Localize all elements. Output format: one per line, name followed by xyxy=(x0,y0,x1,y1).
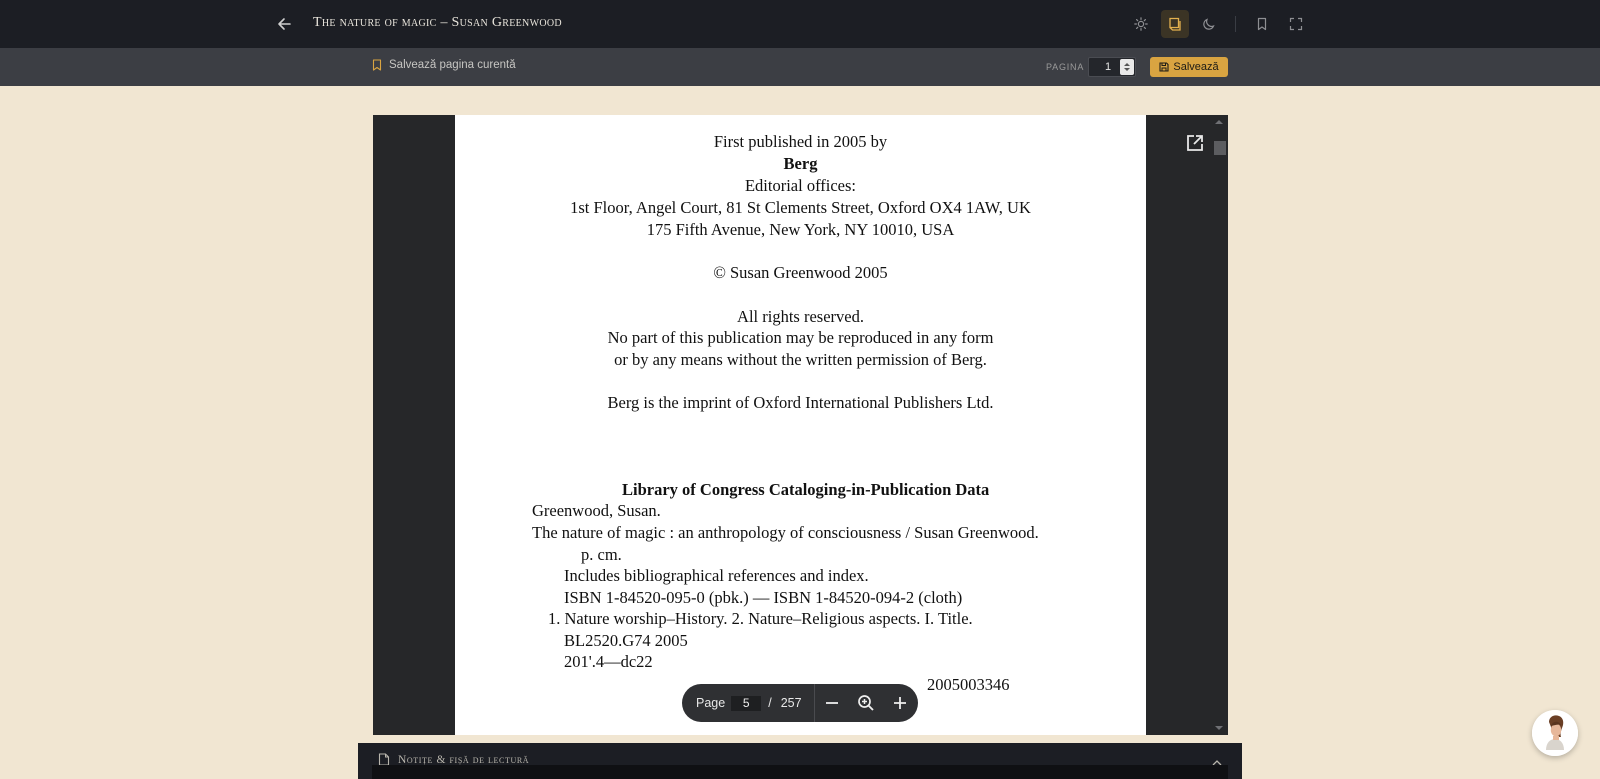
stepper-up-icon xyxy=(1124,63,1130,66)
save-icon xyxy=(1159,62,1169,72)
zoom-in-button[interactable] xyxy=(883,684,917,722)
save-current-page-label: Salvează pagina curentă xyxy=(389,59,516,71)
text-line: First published in 2005 by xyxy=(713,132,888,151)
assistant-avatar[interactable] xyxy=(1532,710,1578,756)
text-line: Library of Congress Cataloging-in-Public… xyxy=(622,480,990,499)
text-line: Editorial offices: xyxy=(744,176,857,195)
sun-icon xyxy=(1134,17,1148,31)
text-line: 1st Floor, Angel Court, 81 St Clements S… xyxy=(570,198,1031,217)
plus-icon xyxy=(893,697,906,709)
text-line: Includes bibliographical references and … xyxy=(564,566,869,585)
dark-theme-button[interactable] xyxy=(1195,10,1223,38)
zoom-out-button[interactable] xyxy=(815,684,849,722)
page-nav-label: Page xyxy=(696,696,726,710)
stepper-down-icon xyxy=(1124,68,1130,71)
text-line: Berg is the imprint of Oxford Internatio… xyxy=(607,393,994,412)
top-bar: The nature of magic – Susan Greenwood xyxy=(0,0,1600,48)
notes-panel-title: Notițe & fișă de lectură xyxy=(398,753,530,766)
text-line: 1. Nature worship–History. 2. Nature–Rel… xyxy=(548,609,973,628)
fullscreen-icon xyxy=(1289,17,1303,31)
fullscreen-button[interactable] xyxy=(1282,10,1310,38)
scrollbar-thumb[interactable] xyxy=(1214,141,1226,155)
text-line: ISBN 1-84520-095-0 (pbk.) — ISBN 1-84520… xyxy=(564,588,963,607)
minus-icon xyxy=(825,702,838,704)
page-stepper[interactable] xyxy=(1120,59,1134,75)
scroll-up-icon[interactable] xyxy=(1215,120,1223,124)
save-bar: Salvează pagina curentă PAGINA 1 Salveaz… xyxy=(0,48,1600,86)
sepia-theme-button[interactable] xyxy=(1161,10,1189,38)
text-line: The nature of magic : an anthropology of… xyxy=(532,523,1039,542)
arrow-left-icon xyxy=(278,18,291,30)
notes-panel-body xyxy=(372,765,1228,779)
total-pages: 257 xyxy=(780,696,802,710)
page-label: PAGINA xyxy=(1046,62,1085,72)
open-external-button[interactable] xyxy=(1185,133,1207,155)
text-line: or by any means without the written perm… xyxy=(614,350,987,369)
text-line: p. cm. xyxy=(581,545,622,564)
zoom-icon xyxy=(857,695,874,711)
text-line: 175 Fifth Avenue, New York, NY 10010, US… xyxy=(646,220,955,239)
text-line: Berg xyxy=(783,154,818,173)
book-title: The nature of magic – Susan Greenwood xyxy=(313,15,562,30)
save-current-page-link[interactable]: Salvează pagina curentă xyxy=(372,59,516,71)
open-external-icon xyxy=(1187,135,1203,151)
sepia-icon xyxy=(1169,17,1181,31)
save-button-label: Salvează xyxy=(1173,61,1219,73)
page-navigation-control: Page 5 / 257 xyxy=(682,684,918,722)
zoom-fit-button[interactable] xyxy=(849,684,883,722)
save-button[interactable]: Salvează xyxy=(1150,57,1228,77)
vertical-scrollbar[interactable] xyxy=(1211,115,1228,735)
text-line: Greenwood, Susan. xyxy=(532,501,661,520)
back-button[interactable] xyxy=(272,12,296,36)
notes-panel: Notițe & fișă de lectură xyxy=(358,743,1242,779)
moon-icon xyxy=(1203,18,1215,30)
light-theme-button[interactable] xyxy=(1127,10,1155,38)
bookmark-icon xyxy=(1257,17,1267,31)
page-separator: / xyxy=(768,696,772,710)
pdf-viewer[interactable]: First published in 2005 by Berg Editoria… xyxy=(373,115,1228,735)
bookmark-icon xyxy=(372,59,382,71)
text-line: 201'.4—dc22 xyxy=(564,652,653,671)
text-line: © Susan Greenwood 2005 xyxy=(713,263,888,282)
text-line: 2005003346 xyxy=(927,675,1010,694)
current-page-input[interactable]: 5 xyxy=(731,695,762,711)
text-line: No part of this publication may be repro… xyxy=(607,328,994,347)
scroll-down-icon[interactable] xyxy=(1215,726,1223,730)
text-line: All rights reserved. xyxy=(737,307,864,326)
reader-toolbar xyxy=(1127,10,1310,38)
text-line: BL2520.G74 2005 xyxy=(564,631,688,650)
toolbar-divider xyxy=(1235,16,1236,32)
person-avatar-icon xyxy=(1532,710,1578,756)
bookmark-button[interactable] xyxy=(1248,10,1276,38)
pdf-page: First published in 2005 by Berg Editoria… xyxy=(455,115,1146,735)
